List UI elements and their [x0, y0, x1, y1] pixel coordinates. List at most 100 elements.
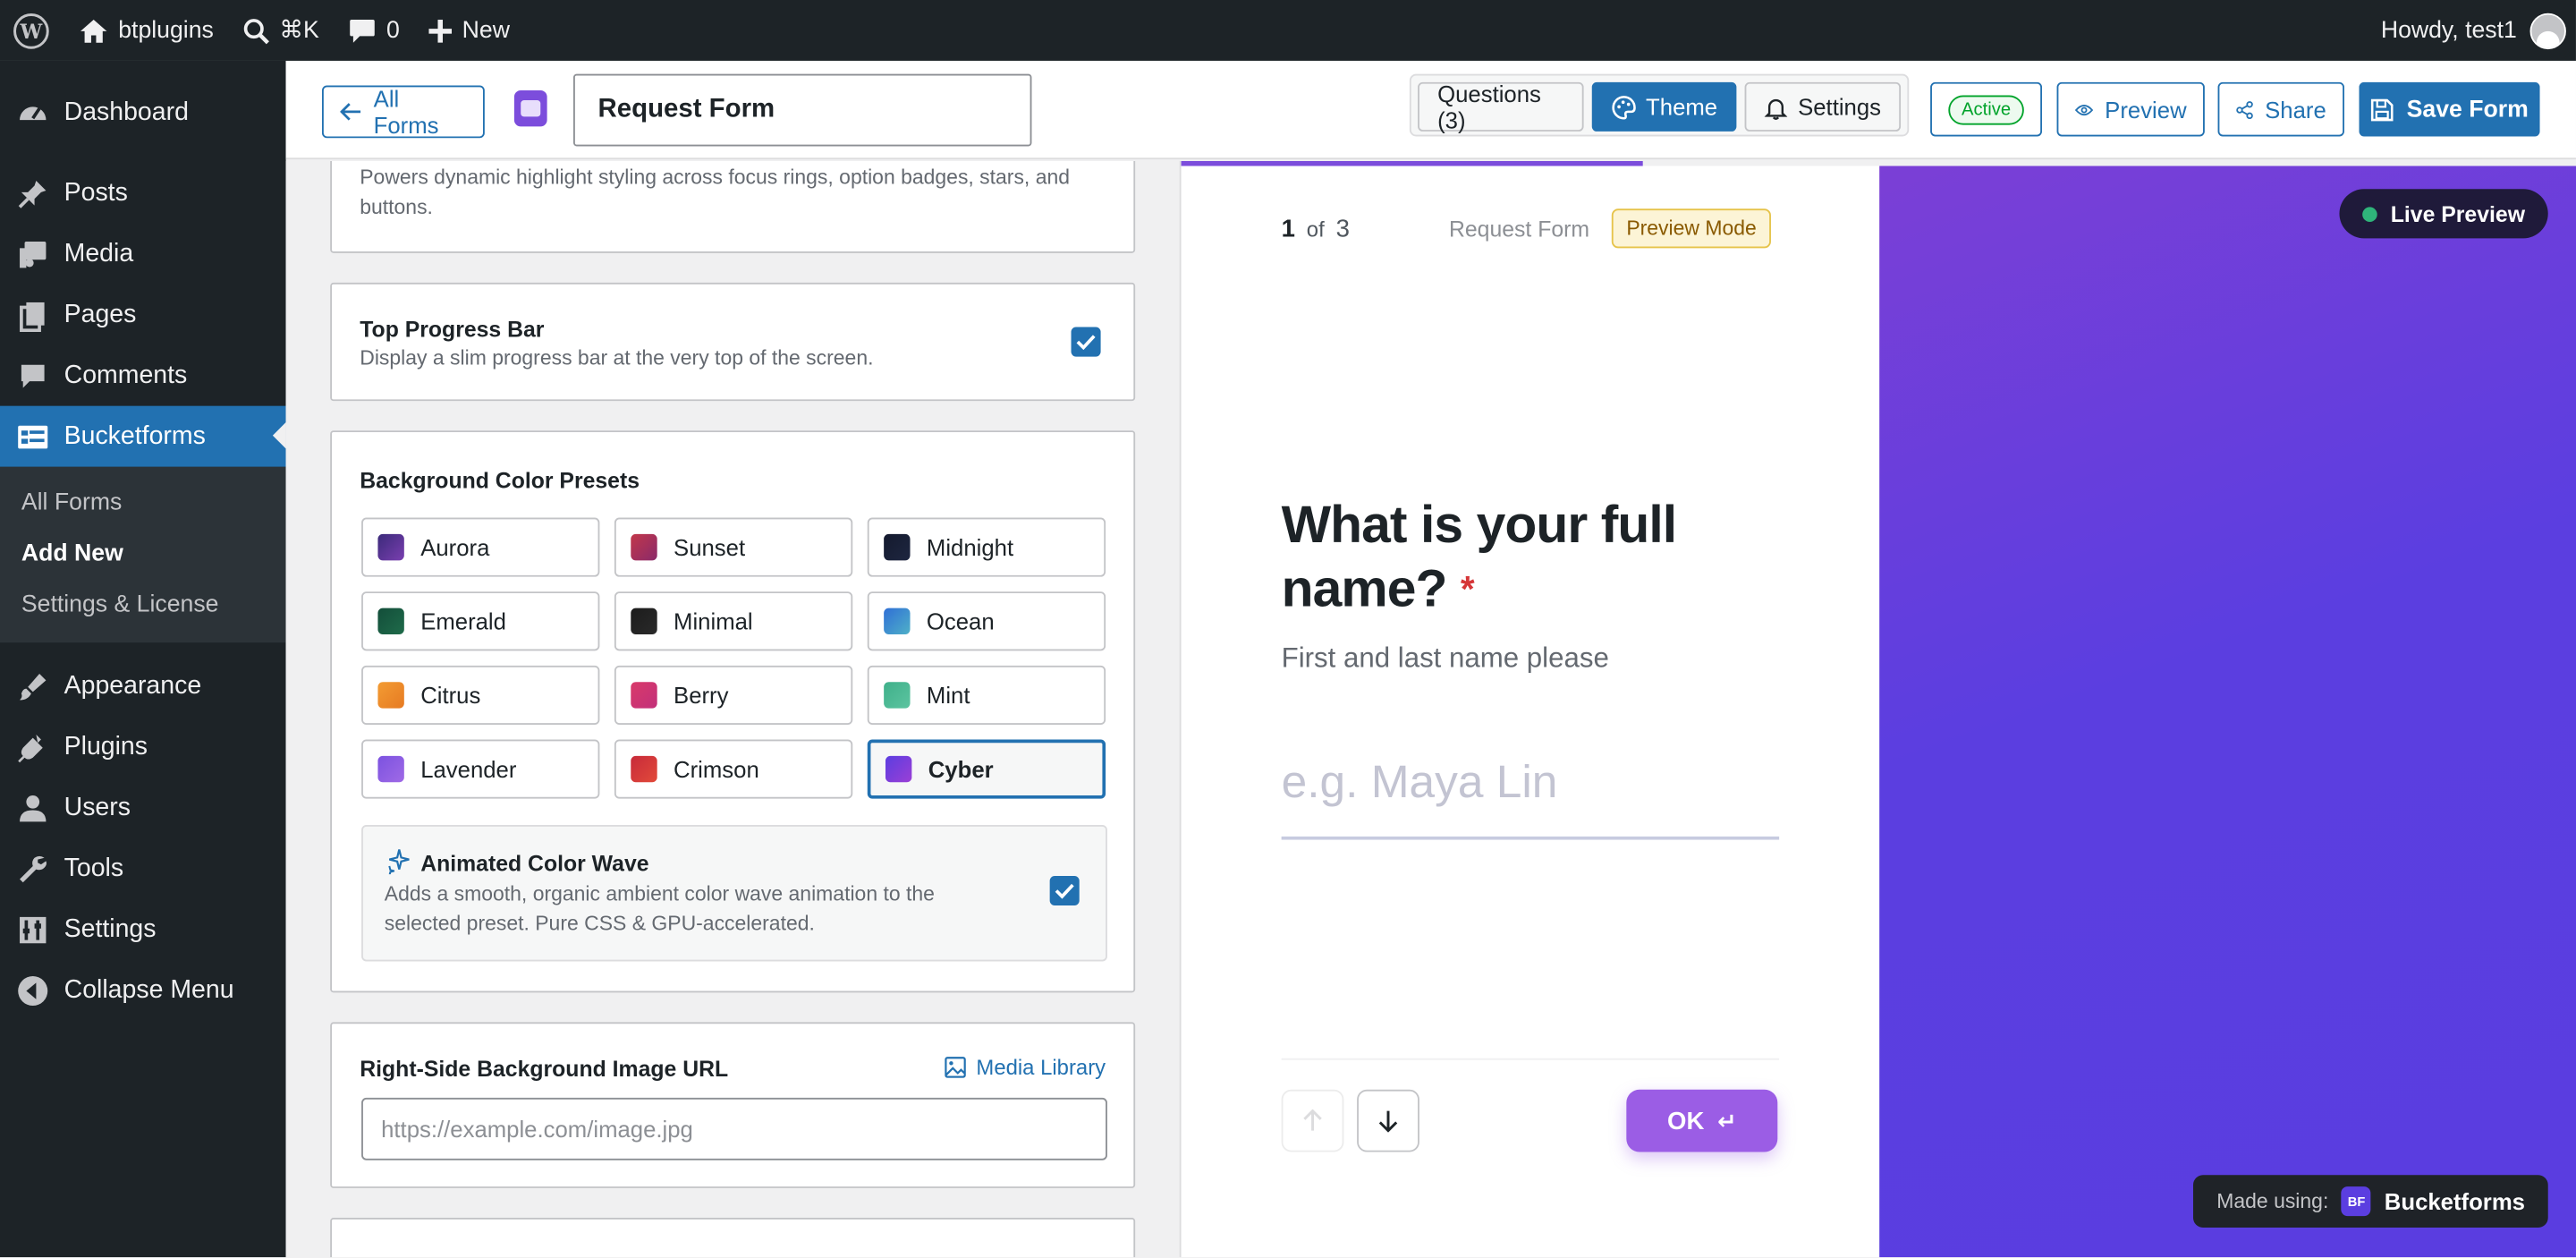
sidebar-item-plugins[interactable]: Plugins [0, 717, 286, 778]
save-form-button[interactable]: Save Form [2359, 81, 2540, 137]
sidebar-item-posts[interactable]: Posts [0, 163, 286, 224]
sparkle-icon [388, 849, 410, 875]
arrow-left-icon [340, 103, 361, 121]
background-image-card: Right-Side Background Image URL Media Li… [330, 1022, 1136, 1188]
preset-minimal[interactable]: Minimal [614, 591, 853, 651]
form-type-icon [513, 90, 547, 127]
next-question-button[interactable] [1357, 1089, 1419, 1152]
swatch-citrus [377, 682, 404, 709]
media-icon [16, 237, 49, 270]
answer-input[interactable]: e.g. Maya Lin [1281, 750, 1780, 840]
dashboard-icon [16, 96, 49, 129]
sidebar-item-comments[interactable]: Comments [0, 345, 286, 406]
admin-sidebar: Dashboard Posts Media Pages Comments Buc… [0, 60, 286, 1258]
avatar [2529, 12, 2566, 49]
swatch-sunset [631, 533, 657, 561]
share-button[interactable]: Share [2217, 81, 2344, 137]
status-toggle[interactable]: Active [1930, 81, 2043, 137]
user-icon [16, 791, 49, 824]
sidebar-collapse-menu[interactable]: Collapse Menu [0, 960, 286, 1021]
form-builder-toolbar: All Forms Request Form Questions (3) The… [285, 60, 2576, 160]
swatch-emerald [377, 608, 404, 634]
preview-form-name: Request Form [1448, 217, 1590, 242]
site-name-link[interactable]: btplugins [64, 0, 229, 61]
search-shortcut: ⌘K [279, 17, 319, 44]
preset-crimson[interactable]: Crimson [614, 739, 853, 799]
preset-citrus[interactable]: Citrus [361, 665, 600, 725]
wave-checkbox[interactable] [1049, 875, 1080, 906]
sidebar-item-settings[interactable]: Settings [0, 899, 286, 960]
wave-title: Animated Color Wave [420, 851, 649, 876]
all-forms-button[interactable]: All Forms [321, 85, 485, 139]
preset-aurora[interactable]: Aurora [361, 517, 600, 577]
media-library-link[interactable]: Media Library [945, 1055, 1106, 1080]
made-using-badge[interactable]: Made using: BF Bucketforms [2193, 1175, 2548, 1228]
step-counter: 1 of 3 [1281, 215, 1350, 243]
progress-bar-title: Top Progress Bar [360, 317, 545, 343]
preset-emerald[interactable]: Emerald [361, 591, 600, 651]
sidebar-item-users[interactable]: Users [0, 778, 286, 838]
sidebar-item-pages[interactable]: Pages [0, 285, 286, 345]
progress-bar-checkbox[interactable] [1071, 327, 1101, 357]
save-icon [2370, 98, 2394, 121]
preview-progress-bar [1181, 160, 1880, 166]
pages-icon [16, 298, 49, 332]
brush-icon [16, 669, 49, 702]
preset-cyber[interactable]: Cyber [867, 739, 1106, 799]
bg-image-title: Right-Side Background Image URL [360, 1056, 729, 1082]
sidebar-item-bucketforms[interactable]: Bucketforms [0, 405, 286, 467]
wave-description: Adds a smooth, organic ambient color wav… [384, 882, 935, 936]
eye-icon [2074, 104, 2094, 115]
form-title-input[interactable]: Request Form [573, 73, 1032, 147]
wrench-icon [16, 852, 49, 885]
arrow-up-icon [1303, 1109, 1322, 1131]
preset-sunset[interactable]: Sunset [614, 517, 853, 577]
swatch-lavender [377, 755, 404, 783]
preset-lavender[interactable]: Lavender [361, 739, 600, 799]
swatch-ocean [884, 608, 911, 634]
plus-icon [428, 19, 453, 42]
submenu-add-new[interactable]: Add New [0, 528, 286, 579]
sidebar-item-tools[interactable]: Tools [0, 838, 286, 899]
preset-berry[interactable]: Berry [614, 665, 853, 725]
plugin-icon [16, 730, 49, 763]
bell-icon [1765, 98, 1789, 119]
tab-settings[interactable]: Settings [1745, 81, 1902, 132]
tab-questions[interactable]: Questions (3) [1418, 81, 1584, 133]
sliders-icon [16, 913, 49, 946]
submenu-settings-license[interactable]: Settings & License [0, 579, 286, 630]
comment-icon [16, 359, 49, 392]
new-content-link[interactable]: New [414, 0, 524, 61]
preset-mint[interactable]: Mint [867, 665, 1106, 725]
next-card [330, 1217, 1136, 1258]
nav-divider [1281, 1058, 1780, 1060]
progress-bar-description: Display a slim progress bar at the very … [360, 346, 874, 370]
preview-button[interactable]: Preview [2056, 81, 2205, 137]
preset-ocean[interactable]: Ocean [867, 591, 1106, 651]
sidebar-item-dashboard[interactable]: Dashboard [0, 82, 286, 143]
bucketforms-logo: BF [2342, 1186, 2372, 1217]
howdy-text: Howdy, test1 [2380, 17, 2517, 44]
question-title: What is your full name? * [1281, 494, 1677, 618]
command-search[interactable]: ⌘K [228, 0, 334, 61]
sidebar-item-media[interactable]: Media [0, 224, 286, 285]
submenu-all-forms[interactable]: All Forms [0, 477, 286, 528]
enter-key-icon: ↵ [1717, 1107, 1737, 1134]
preset-midnight[interactable]: Midnight [867, 517, 1106, 577]
comment-icon [350, 19, 376, 42]
tab-theme[interactable]: Theme [1591, 81, 1738, 132]
ok-button[interactable]: OK ↵ [1626, 1089, 1778, 1152]
prev-question-button[interactable] [1281, 1089, 1344, 1152]
sidebar-item-appearance[interactable]: Appearance [0, 656, 286, 717]
bg-image-url-input[interactable]: https://example.com/image.jpg [361, 1097, 1107, 1160]
swatch-minimal [631, 608, 657, 634]
account-menu[interactable]: Howdy, test1 [2381, 0, 2566, 61]
swatch-midnight [884, 533, 911, 561]
accent-color-description: Powers dynamic highlight styling across … [360, 166, 1071, 219]
status-badge: Active [1948, 94, 2024, 124]
comments-link[interactable]: 0 [334, 0, 414, 61]
accent-color-card: Powers dynamic highlight styling across … [330, 160, 1136, 253]
wordpress-logo-icon[interactable]: W [0, 0, 64, 61]
comments-count: 0 [386, 17, 400, 44]
new-label: New [462, 17, 510, 44]
